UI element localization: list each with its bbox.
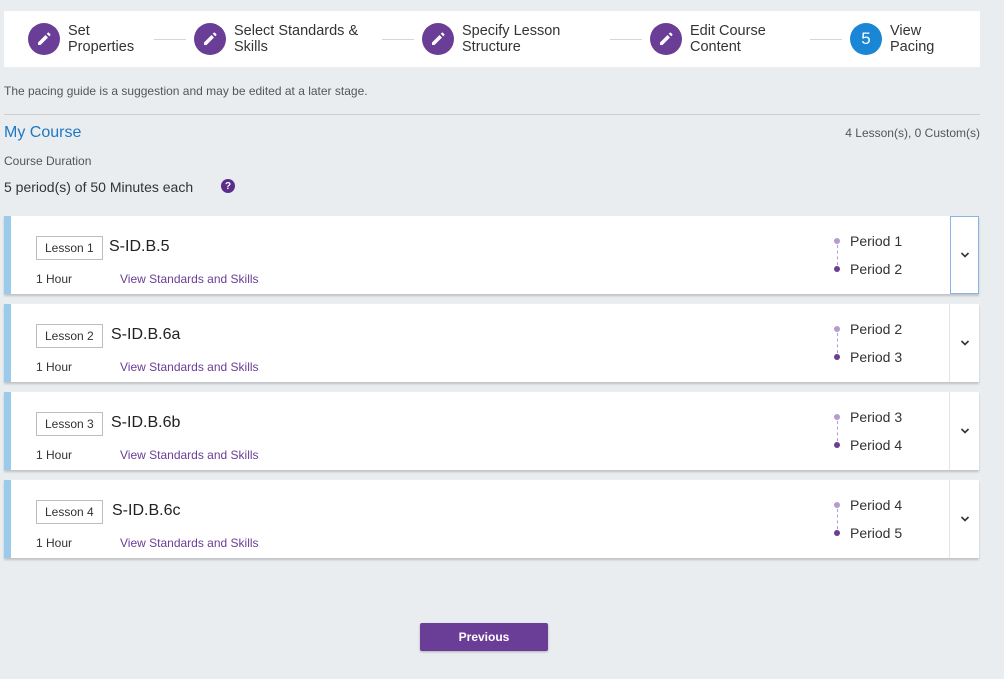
- course-duration-label: Course Duration: [4, 154, 92, 168]
- period-connector: [836, 333, 838, 353]
- step-number-badge: 5: [850, 23, 882, 55]
- period-end: Period 2: [850, 261, 903, 277]
- lesson-name: S-ID.B.6b: [111, 414, 181, 431]
- period-end: Period 3: [850, 349, 903, 365]
- step-label: Specify Lesson Structure: [462, 23, 561, 55]
- help-icon[interactable]: ?: [221, 179, 235, 193]
- period-end-dot: [834, 442, 840, 448]
- lesson-accent-bar: [4, 216, 11, 294]
- pencil-icon: [194, 23, 226, 55]
- lesson-tag: Lesson 2: [36, 324, 103, 348]
- step-label: View Pacing: [890, 23, 935, 55]
- pencil-icon: [28, 23, 60, 55]
- divider: [4, 114, 980, 115]
- step-connector: [810, 39, 842, 40]
- view-standards-link[interactable]: View Standards and Skills: [120, 360, 259, 374]
- lesson-card: Lesson 4 S-ID.B.6c 1 Hour View Standards…: [4, 480, 979, 558]
- lesson-name: S-ID.B.5: [109, 238, 170, 255]
- lesson-hours: 1 Hour: [36, 448, 73, 462]
- lesson-hours: 1 Hour: [36, 272, 73, 286]
- period-range: Period 1 Period 2: [832, 232, 942, 282]
- pencil-icon: [422, 23, 454, 55]
- lesson-count: 4 Lesson(s), 0 Custom(s): [845, 126, 980, 140]
- chevron-down-icon: [960, 428, 969, 434]
- period-start-dot: [834, 414, 840, 420]
- lesson-tag: Lesson 3: [36, 412, 103, 436]
- pacing-note: The pacing guide is a suggestion and may…: [4, 84, 368, 98]
- course-duration-value: 5 period(s) of 50 Minutes each: [4, 179, 194, 195]
- period-end: Period 4: [850, 437, 903, 453]
- step-label: Set Properties: [68, 23, 135, 55]
- expand-lesson-button[interactable]: [949, 480, 979, 558]
- period-start: Period 4: [850, 497, 903, 513]
- period-end-dot: [834, 530, 840, 536]
- lesson-accent-bar: [4, 392, 11, 470]
- view-standards-link[interactable]: View Standards and Skills: [120, 536, 259, 550]
- period-range: Period 4 Period 5: [832, 496, 942, 546]
- period-range: Period 2 Period 3: [832, 320, 942, 370]
- previous-button[interactable]: Previous: [420, 623, 548, 651]
- lesson-hours: 1 Hour: [36, 536, 73, 550]
- period-connector: [836, 245, 838, 265]
- period-end-dot: [834, 354, 840, 360]
- chevron-down-icon: [960, 340, 969, 346]
- step-label: Edit Course Content: [690, 23, 766, 55]
- expand-lesson-button[interactable]: [949, 304, 979, 382]
- lesson-card: Lesson 3 S-ID.B.6b 1 Hour View Standards…: [4, 392, 979, 470]
- lesson-tag: Lesson 4: [36, 500, 103, 524]
- expand-lesson-button[interactable]: [950, 216, 979, 294]
- period-start-dot: [834, 502, 840, 508]
- chevron-down-icon: [960, 516, 969, 522]
- step-label: Select Standards & Skills: [234, 23, 359, 55]
- period-start-dot: [834, 326, 840, 332]
- period-start: Period 1: [850, 233, 903, 249]
- step-connector: [610, 39, 642, 40]
- lesson-name: S-ID.B.6a: [111, 326, 181, 343]
- lesson-tag: Lesson 1: [36, 236, 103, 260]
- expand-lesson-button[interactable]: [949, 392, 979, 470]
- lesson-card: Lesson 2 S-ID.B.6a 1 Hour View Standards…: [4, 304, 979, 382]
- lesson-accent-bar: [4, 480, 11, 558]
- course-title: My Course: [4, 124, 82, 141]
- step-connector: [382, 39, 414, 40]
- period-connector: [836, 509, 838, 529]
- view-standards-link[interactable]: View Standards and Skills: [120, 448, 259, 462]
- period-range: Period 3 Period 4: [832, 408, 942, 458]
- lesson-hours: 1 Hour: [36, 360, 73, 374]
- progress-stepper: Set Properties Select Standards & Skills S…: [4, 11, 980, 67]
- period-start-dot: [834, 238, 840, 244]
- pencil-icon: [650, 23, 682, 55]
- view-standards-link[interactable]: View Standards and Skills: [120, 272, 259, 286]
- period-start: Period 2: [850, 321, 903, 337]
- lesson-accent-bar: [4, 304, 11, 382]
- lesson-name: S-ID.B.6c: [112, 502, 181, 519]
- period-connector: [836, 421, 838, 441]
- lesson-card: Lesson 1 S-ID.B.5 1 Hour View Standards …: [4, 216, 979, 294]
- step-connector: [154, 39, 186, 40]
- period-end: Period 5: [850, 525, 903, 541]
- period-end-dot: [834, 266, 840, 272]
- period-start: Period 3: [850, 409, 903, 425]
- chevron-down-icon: [960, 252, 969, 258]
